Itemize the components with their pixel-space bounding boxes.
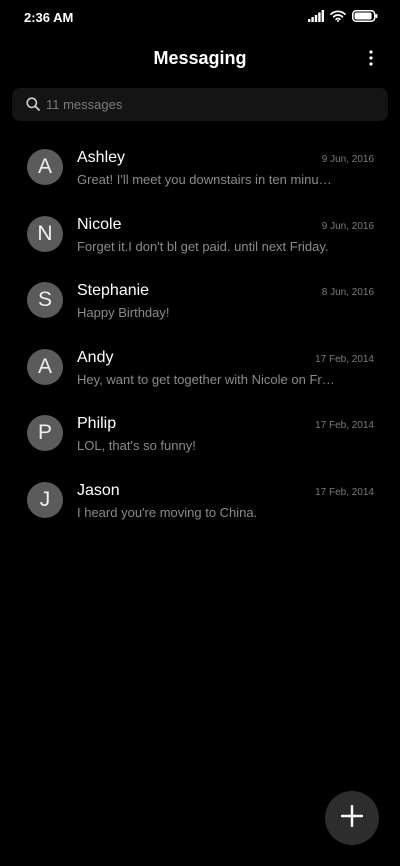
new-message-button[interactable] [325,791,379,845]
plus-icon [340,804,364,832]
message-date: 9 Jun, 2016 [321,220,374,232]
more-options-button[interactable] [362,48,380,72]
conversation-item[interactable]: A Andy 17 Feb, 2014 Hey, want to get tog… [0,336,400,403]
wifi-icon [330,9,346,27]
message-date: 9 Jun, 2016 [321,154,374,165]
status-time: 2:36 AM [24,10,74,25]
conversation-item[interactable]: S Stephanie 8 Jun, 2016 Happy Birthday! [0,269,400,336]
avatar: P [27,415,63,452]
message-date: 17 Feb, 2014 [315,353,374,365]
avatar: A [27,149,63,185]
conversation-item[interactable]: J Jason 17 Feb, 2014 I heard you're movi… [0,469,400,536]
contact-name: Ashley [77,149,126,166]
avatar: S [27,282,63,319]
status-icons [308,10,378,26]
avatar: J [27,481,63,518]
signal-icon [308,9,324,27]
contact-name: Andy [77,348,114,366]
avatar: N [27,215,63,252]
contact-name: Stephanie [77,282,150,300]
message-date: 17 Feb, 2014 [315,420,374,432]
battery-icon [352,9,378,27]
message-preview: Hey, want to get together with Nicole on… [77,371,335,387]
more-vertical-icon [369,49,373,71]
app-header: Messaging [0,40,400,80]
conversation-item[interactable]: N Nicole 9 Jun, 2016 Forget it.I don't b… [0,203,400,270]
message-preview: Forget it.I don't bl get paid. until nex… [77,238,329,254]
message-preview: LOL, that's so funny! [77,438,196,454]
search-placeholder[interactable]: 11 messages [46,97,122,112]
page-title: Messaging [153,48,247,68]
battery-level-fill [354,12,372,20]
conversation-item[interactable]: A Ashley 9 Jun, 2016 Great! I'll meet yo… [0,136,400,203]
contact-name: Nicole [77,215,122,233]
message-date: 8 Jun, 2016 [321,287,374,299]
search-bar[interactable]: 11 messages [12,88,388,121]
message-preview: Great! I'll meet you downstairs in ten m… [77,172,335,187]
message-preview: Happy Birthday! [77,305,170,321]
status-bar: 2:36 AM [0,0,400,36]
search-icon [26,97,40,111]
message-preview: I heard you're moving to China. [77,504,258,520]
conversation-list: A Ashley 9 Jun, 2016 Great! I'll meet yo… [0,136,400,536]
conversation-item[interactable]: P Philip 17 Feb, 2014 LOL, that's so fun… [0,402,400,469]
avatar: A [27,348,63,385]
contact-name: Philip [77,415,117,433]
message-date: 17 Feb, 2014 [315,486,374,498]
contact-name: Jason [77,481,120,499]
